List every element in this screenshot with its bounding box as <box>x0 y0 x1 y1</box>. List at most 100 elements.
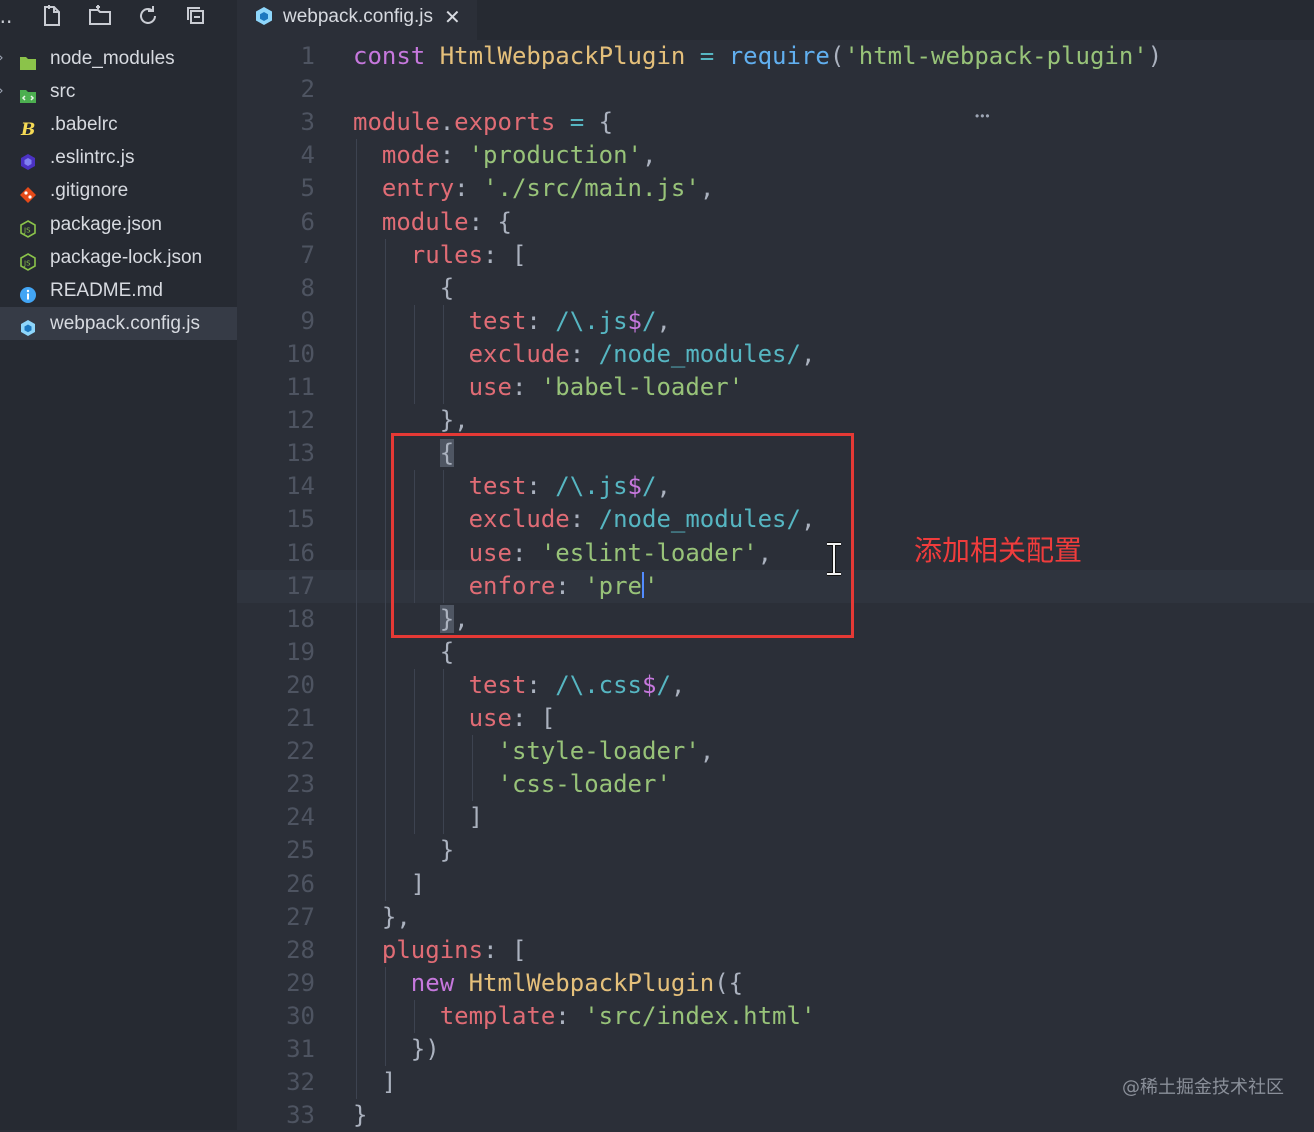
code-line[interactable]: 28 plugins: [ <box>237 934 1314 967</box>
file-tree-item[interactable]: JS package-lock.json <box>0 241 237 274</box>
code-token: { <box>353 637 455 666</box>
line-number: 24 <box>286 803 315 832</box>
file-tree-label: src <box>50 81 76 103</box>
code-line[interactable]: 8 { <box>237 272 1314 305</box>
line-number: 2 <box>300 75 315 104</box>
mouse-ibeam-cursor-icon <box>827 542 841 576</box>
code-token: { <box>584 108 614 137</box>
tab-webpack-config[interactable]: webpack.config.js ✕ <box>237 0 477 40</box>
svg-text:JS: JS <box>23 226 31 234</box>
file-tree-item[interactable]: webpack.config.js <box>0 306 237 340</box>
code-token: ] <box>353 803 484 832</box>
more-actions-icon[interactable]: .. <box>0 4 18 28</box>
indent-guide <box>442 304 444 405</box>
file-tree-item[interactable]: › node_modules <box>0 42 237 75</box>
code-token: , <box>642 141 657 170</box>
line-number: 7 <box>300 240 315 269</box>
code-token: , <box>656 306 671 335</box>
code-line[interactable]: 1 const HtmlWebpackPlugin = require('html… <box>237 40 1314 73</box>
code-line[interactable]: 2 <box>237 73 1314 106</box>
code-line[interactable]: 21 use: [ <box>237 702 1314 735</box>
code-text: use: [ <box>353 702 556 735</box>
code-token: 'style-loader' <box>497 737 700 766</box>
code-token: 'css-loader' <box>497 770 671 799</box>
file-tree-label: .babelrc <box>50 114 118 136</box>
editor-tab-bar: webpack.config.js ✕ <box>237 0 1314 40</box>
hint-dots: ••• <box>975 109 991 123</box>
file-tree-item[interactable]: .gitignore <box>0 174 237 207</box>
code-line[interactable]: 10 exclude: /node_modules/, <box>237 338 1314 371</box>
watermark: @稀土掘金技术社区 <box>1122 1077 1284 1098</box>
code-line[interactable]: 33} <box>237 1099 1314 1132</box>
code-line[interactable]: 31 }) <box>237 1033 1314 1066</box>
file-tree-label: .gitignore <box>50 180 129 202</box>
code-token: /node_modules/ <box>598 339 801 368</box>
line-number: 8 <box>300 273 315 302</box>
code-token: , <box>699 174 715 203</box>
line-number: 19 <box>286 637 315 666</box>
code-line[interactable]: 7 rules: [ <box>237 239 1314 272</box>
code-token: ({ <box>714 968 744 997</box>
code-token: , <box>699 737 715 766</box>
code-line[interactable]: 11 use: 'babel-loader' <box>237 371 1314 404</box>
line-number: 9 <box>300 306 315 335</box>
code-token: /\.css <box>555 670 642 699</box>
babel-icon: B <box>19 116 37 140</box>
code-token: $ <box>627 306 642 335</box>
code-line[interactable]: 30 template: 'src/index.html' <box>237 1000 1314 1033</box>
code-line[interactable]: 9 test: /\.js$/, <box>237 305 1314 338</box>
new-file-icon[interactable] <box>40 4 64 28</box>
line-number: 23 <box>286 770 315 799</box>
line-number: 10 <box>286 339 315 368</box>
code-line[interactable]: 5 entry: './src/main.js', <box>237 172 1314 205</box>
code-token: './src/main.js' <box>483 174 700 203</box>
code-token: use <box>468 373 512 401</box>
code-text: const HtmlWebpackPlugin = require('html-… <box>353 40 1162 73</box>
refresh-icon[interactable] <box>136 4 160 28</box>
code-text: ] <box>353 868 425 901</box>
file-tree-item[interactable]: JS package.json <box>0 208 237 241</box>
new-folder-icon[interactable] <box>88 4 112 28</box>
code-line[interactable]: 20 test: /\.css$/, <box>237 669 1314 702</box>
file-tree-item[interactable]: › src <box>0 75 237 108</box>
code-line[interactable]: 26 ] <box>237 868 1314 901</box>
tab-label: webpack.config.js <box>283 6 433 27</box>
line-number: 27 <box>286 902 315 931</box>
code-text: use: 'babel-loader' <box>353 371 744 404</box>
code-line[interactable]: 24 ] <box>237 801 1314 834</box>
code-token: HtmlWebpackPlugin <box>468 968 715 997</box>
code-token: . <box>439 108 455 137</box>
code-line[interactable]: 6 module: { <box>237 206 1314 239</box>
chevron-right-icon[interactable]: › <box>0 75 10 108</box>
code-text: template: 'src/index.html' <box>353 1000 816 1033</box>
code-line[interactable]: 3 module.exports = { <box>237 106 1314 139</box>
line-number: 3 <box>300 108 315 137</box>
code-line[interactable]: 25 } <box>237 834 1314 867</box>
file-tree-item[interactable]: .eslintrc.js <box>0 141 237 174</box>
indent-guide <box>384 238 386 901</box>
indent-guide <box>413 999 415 1033</box>
code-token: module <box>353 108 440 137</box>
code-line[interactable]: 19 { <box>237 636 1314 669</box>
file-tree-item[interactable]: README.md <box>0 274 237 307</box>
code-line[interactable]: 4 mode: 'production', <box>237 139 1314 172</box>
collapse-all-icon[interactable] <box>184 4 208 28</box>
code-token: ) <box>1147 42 1163 70</box>
close-icon[interactable]: ✕ <box>444 0 461 34</box>
eslint-icon <box>19 149 37 171</box>
line-number: 26 <box>286 869 315 898</box>
code-token: , <box>670 670 686 699</box>
code-line[interactable]: 27 }, <box>237 901 1314 934</box>
code-line[interactable]: 29 new HtmlWebpackPlugin({ <box>237 967 1314 1000</box>
line-number: 6 <box>300 207 315 236</box>
chevron-right-icon[interactable]: › <box>0 42 10 75</box>
code-line[interactable]: 22 'style-loader', <box>237 735 1314 768</box>
code-token: : <box>555 1001 585 1030</box>
file-tree-item[interactable]: B .babelrc <box>0 108 237 141</box>
file-tree-label: node_modules <box>50 48 175 69</box>
code-line[interactable]: 23 'css-loader' <box>237 768 1314 801</box>
